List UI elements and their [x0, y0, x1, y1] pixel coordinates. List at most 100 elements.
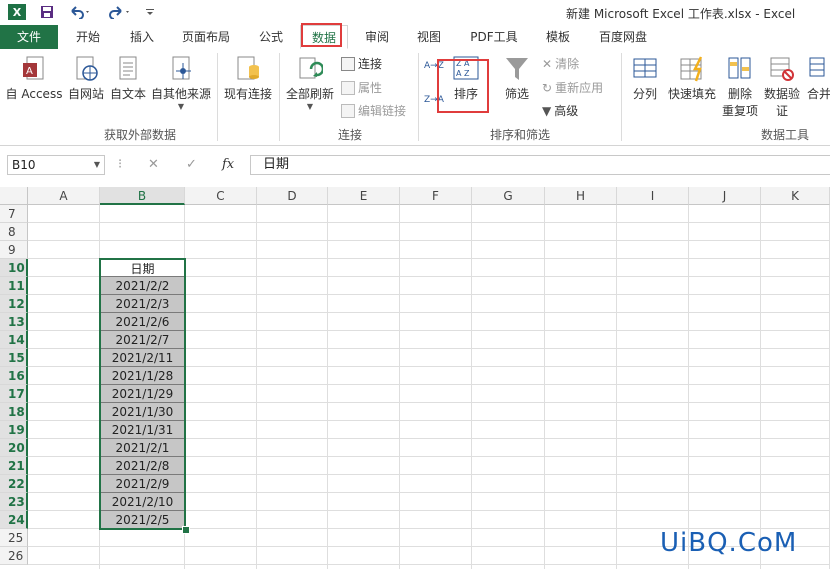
- cell-b18[interactable]: 2021/1/30: [100, 403, 185, 421]
- cell-b14[interactable]: 2021/2/7: [100, 331, 185, 349]
- row-header-20[interactable]: 20: [0, 439, 28, 457]
- name-box-dropdown-icon[interactable]: ▼: [94, 156, 100, 174]
- reapply-button[interactable]: ↻ 重新应用: [542, 79, 603, 96]
- edit-links-label: 编辑链接: [358, 104, 407, 118]
- svg-text:A: A: [26, 66, 33, 77]
- formula-input[interactable]: 日期: [250, 155, 830, 175]
- filter-icon: [504, 55, 530, 83]
- row-header-11[interactable]: 11: [0, 277, 28, 295]
- cell-b15[interactable]: 2021/2/11: [100, 349, 185, 367]
- row-header-8[interactable]: 8: [0, 223, 28, 241]
- gridline-vertical: [616, 205, 617, 569]
- tab-templates[interactable]: 模板: [534, 25, 582, 49]
- row-header-7[interactable]: 7: [0, 205, 28, 223]
- cell-b17[interactable]: 2021/1/29: [100, 385, 185, 403]
- cell-b12[interactable]: 2021/2/3: [100, 295, 185, 313]
- row-header-21[interactable]: 21: [0, 457, 28, 475]
- row-header-13[interactable]: 13: [0, 313, 28, 331]
- from-access-button[interactable]: A 自 Access: [4, 55, 64, 102]
- enter-formula-icon[interactable]: ✓: [186, 157, 197, 172]
- from-web-button[interactable]: 自网站: [66, 55, 106, 102]
- row-header-23[interactable]: 23: [0, 493, 28, 511]
- row-header-10[interactable]: 10: [0, 259, 28, 277]
- filter-button[interactable]: 筛选: [500, 55, 534, 102]
- column-header-e[interactable]: E: [328, 187, 400, 205]
- cell-b23[interactable]: 2021/2/10: [100, 493, 185, 511]
- cancel-formula-icon[interactable]: ✕: [148, 157, 159, 172]
- cell-b22[interactable]: 2021/2/9: [100, 475, 185, 493]
- tab-view[interactable]: 视图: [406, 25, 452, 49]
- tab-pdf-tools[interactable]: PDF工具: [460, 25, 528, 49]
- row-header-18[interactable]: 18: [0, 403, 28, 421]
- row-header-17[interactable]: 17: [0, 385, 28, 403]
- column-header-d[interactable]: D: [257, 187, 328, 205]
- redo-icon[interactable]: [106, 3, 134, 21]
- column-header-f[interactable]: F: [400, 187, 472, 205]
- cell-b13[interactable]: 2021/2/6: [100, 313, 185, 331]
- tab-insert[interactable]: 插入: [118, 25, 166, 49]
- tab-baidu-netdisk[interactable]: 百度网盘: [588, 25, 658, 49]
- row-header-26[interactable]: 26: [0, 547, 28, 565]
- gridline-vertical: [327, 205, 328, 569]
- from-other-sources-label: 自其他来源: [150, 87, 211, 101]
- tab-home[interactable]: 开始: [64, 25, 112, 49]
- remove-duplicates-button[interactable]: 删除 重复项: [720, 55, 760, 119]
- tab-file[interactable]: 文件: [0, 25, 58, 49]
- row-header-16[interactable]: 16: [0, 367, 28, 385]
- tab-review[interactable]: 审阅: [354, 25, 400, 49]
- consolidate-button[interactable]: 合并: [804, 55, 830, 102]
- cell-b20[interactable]: 2021/2/1: [100, 439, 185, 457]
- cell-b16[interactable]: 2021/1/28: [100, 367, 185, 385]
- properties-icon: [341, 80, 355, 95]
- column-header-c[interactable]: C: [185, 187, 257, 205]
- column-header-b[interactable]: B: [100, 187, 185, 205]
- column-header-a[interactable]: A: [28, 187, 100, 205]
- column-header-g[interactable]: G: [472, 187, 545, 205]
- tab-formulas[interactable]: 公式: [248, 25, 294, 49]
- column-header-k[interactable]: K: [761, 187, 830, 205]
- data-validation-button[interactable]: 数据验 证: [762, 55, 802, 119]
- title-bar: X 新建 Microsoft Excel 工作表.xlsx - Excel: [0, 0, 830, 25]
- select-all-corner[interactable]: [0, 187, 28, 205]
- consolidate-label: 合并: [806, 87, 830, 101]
- row-header-14[interactable]: 14: [0, 331, 28, 349]
- row-header-22[interactable]: 22: [0, 475, 28, 493]
- from-other-sources-button[interactable]: 自其他来源 ▼: [150, 55, 212, 111]
- customize-qat-icon[interactable]: [144, 3, 156, 21]
- spreadsheet-grid[interactable]: ABCDEFGHIJK 7 8 9 10 11 12 13 14 15 16 17 18 19 20 21 2…: [0, 187, 830, 569]
- text-to-columns-button[interactable]: 分列: [628, 55, 662, 102]
- insert-function-icon[interactable]: fx: [222, 157, 234, 172]
- connections-button[interactable]: 连接: [341, 55, 382, 72]
- cell-b11[interactable]: 2021/2/2: [100, 277, 185, 295]
- column-header-i[interactable]: I: [617, 187, 689, 205]
- gridline-vertical: [256, 205, 257, 569]
- fill-handle[interactable]: [182, 526, 190, 534]
- existing-connections-button[interactable]: 现有连接: [220, 55, 276, 102]
- flash-fill-button[interactable]: 快速填充: [666, 55, 718, 102]
- connections-icon: [341, 56, 355, 71]
- clear-filter-button[interactable]: ✕ 清除: [542, 55, 579, 72]
- advanced-filter-button[interactable]: ▼ 高级: [542, 102, 578, 119]
- row-header-19[interactable]: 19: [0, 421, 28, 439]
- cell-b24[interactable]: 2021/2/5: [100, 511, 185, 529]
- row-header-24[interactable]: 24: [0, 511, 28, 529]
- row-header-25[interactable]: 25: [0, 529, 28, 547]
- tab-page-layout[interactable]: 页面布局: [172, 25, 240, 49]
- column-header-j[interactable]: J: [689, 187, 761, 205]
- name-box[interactable]: B10 ▼: [7, 155, 105, 175]
- properties-button[interactable]: 属性: [341, 79, 382, 96]
- reapply-icon: ↻: [542, 80, 553, 95]
- edit-links-button[interactable]: 编辑链接: [341, 102, 406, 119]
- from-text-button[interactable]: 自文本: [108, 55, 148, 102]
- cell-b21[interactable]: 2021/2/8: [100, 457, 185, 475]
- cell-b19[interactable]: 2021/1/31: [100, 421, 185, 439]
- row-header-9[interactable]: 9: [0, 241, 28, 259]
- undo-icon[interactable]: [66, 3, 94, 21]
- row-header-12[interactable]: 12: [0, 295, 28, 313]
- row-header-15[interactable]: 15: [0, 349, 28, 367]
- column-header-h[interactable]: H: [545, 187, 617, 205]
- window-title: 新建 Microsoft Excel 工作表.xlsx - Excel: [566, 7, 796, 21]
- refresh-all-button[interactable]: 全部刷新 ▼: [284, 55, 336, 111]
- save-icon[interactable]: [38, 3, 56, 21]
- cell-b10-header[interactable]: 日期: [100, 259, 185, 277]
